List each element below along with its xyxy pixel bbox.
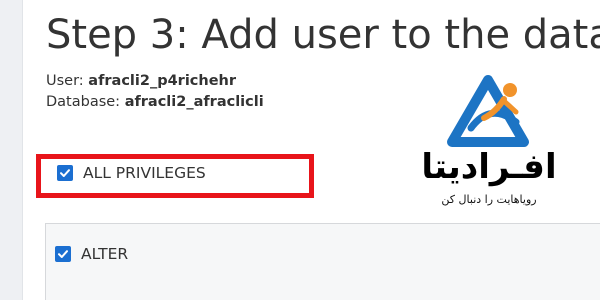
database-info-row: Database: afracli2_afraclicli: [46, 92, 264, 113]
alter-checkbox[interactable]: [55, 246, 71, 262]
afradita-logo-icon: [447, 75, 529, 147]
privilege-alter[interactable]: ALTER: [55, 241, 128, 267]
page-title: Step 3: Add user to the datab: [46, 12, 600, 58]
database-value: afracli2_afraclicli: [124, 94, 264, 110]
user-database-info: User: afracli2_p4richehr Database: afrac…: [46, 71, 264, 113]
watermark-brand: افـرادیتا: [421, 147, 557, 187]
checkmark-icon: [58, 250, 68, 258]
user-label: User:: [46, 73, 84, 89]
alter-label: ALTER: [81, 245, 129, 263]
page: Step 3: Add user to the datab User: afra…: [0, 0, 600, 300]
left-sidebar-rail: [0, 0, 23, 300]
watermark-logo: افـرادیتا رویاهایت را دنبال کن: [398, 72, 578, 222]
privileges-panel: [45, 223, 600, 300]
user-value: afracli2_p4richehr: [88, 73, 237, 89]
highlight-box: [36, 154, 314, 198]
watermark-tagline: رویاهایت را دنبال کن: [441, 193, 537, 206]
database-label: Database:: [46, 94, 121, 110]
user-info-row: User: afracli2_p4richehr: [46, 71, 264, 92]
